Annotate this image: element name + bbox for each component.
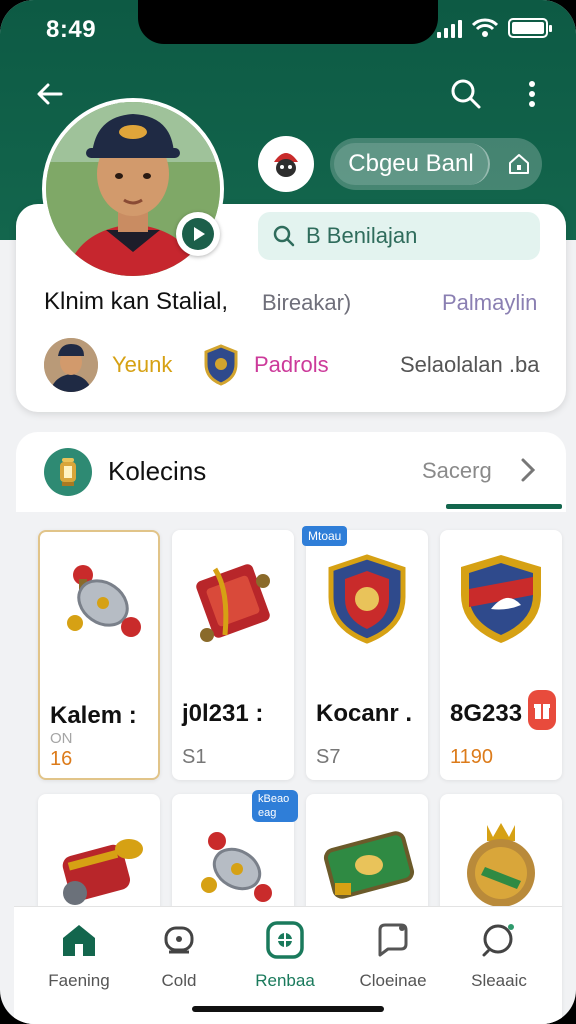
crown-medal-icon [450,808,552,918]
item-price: 16 [50,748,73,770]
chat-icon [338,919,448,961]
store-icon [230,919,340,961]
search-icon [273,225,295,247]
collections-see-all[interactable]: Sacerg [422,458,492,484]
home-indicator [192,1006,384,1012]
badge-label: Padrols [254,352,329,377]
nav-tab-cold[interactable]: Cold [124,919,234,991]
nav-label: Cold [161,971,197,990]
wifi-icon [472,18,498,37]
back-button[interactable] [28,72,72,116]
nav-label: Renbaa [255,971,315,990]
small-avatar[interactable] [44,338,98,392]
header-pill-label[interactable]: Cbgeu Banl [334,143,490,185]
item-subtitle: ON [50,730,73,747]
play-icon [182,218,214,250]
crest-shield-icon [316,544,418,654]
item-card[interactable]: j0l231 : S1 [172,530,294,780]
profile-role: Bireakar) [262,290,352,315]
shield-icon [202,344,240,391]
controller-icon [124,919,234,961]
item-tag: Mtoau [302,526,348,546]
selection-label[interactable]: Selaolalan .ba [400,352,539,378]
item-name: 8G233 [450,700,523,727]
home-outline-button[interactable] [496,152,542,176]
nav-label: Sleaaic [471,971,527,990]
gift-icon[interactable] [528,690,556,730]
nav-label: Cloeinae [359,971,427,990]
green-plaque-icon [316,808,418,918]
scroll-icon [182,544,284,654]
mascot-icon [268,146,304,182]
nav-tab-store[interactable]: Renbaa [230,919,340,991]
item-name: Kalem : [50,702,137,729]
collections-header: Kolecins Sacerg [16,432,566,512]
tab-indicator [446,504,562,509]
home-icon [24,919,134,961]
arrow-left-icon [37,83,63,105]
barrel-cannon-icon [48,808,150,918]
header-action-pill[interactable]: Cbgeu Banl [330,138,542,190]
item-price: 1190 [450,746,494,768]
status-time: 8:49 [46,16,97,43]
item-price: S1 [182,746,207,768]
app-screen: 8:49 Cbgeu Banl B Benilajan Klnim kan St… [0,0,576,1024]
profile-search-field[interactable]: B Benilajan [258,212,540,260]
item-card[interactable]: Kalem : ON 16 [38,530,160,780]
profile-meta-link[interactable]: Palmaylin [442,290,537,316]
status-icons [437,18,552,38]
team-badge[interactable] [258,136,314,192]
device-notch [138,0,438,44]
house-outline-icon [509,154,529,174]
nav-tab-search[interactable]: Sleaaic [444,919,554,991]
vertical-dots-icon [529,81,535,107]
item-card[interactable]: 8G233 1190 [440,530,562,780]
search-button[interactable] [444,72,488,116]
collections-title: Kolecins [108,456,207,486]
nav-tab-home[interactable]: Faening [24,919,134,991]
cannon-icon [182,808,284,918]
nav-tab-chat[interactable]: Cloeinae [338,919,448,991]
item-name: Kocanr . [316,700,413,727]
play-video-button[interactable] [176,212,220,256]
search-placeholder: B Benilajan [306,223,418,248]
more-options-button[interactable] [510,72,554,116]
heraldic-shield-icon [450,544,552,654]
search-icon [451,79,481,109]
item-name: j0l231 : [182,700,264,727]
signal-icon [437,18,462,38]
cannon-icon [50,546,152,656]
profile-name: Klnim kan Stalial, [44,288,229,315]
nav-label: Faening [48,971,110,990]
search-icon [444,919,554,961]
player-thumbnail [44,338,98,392]
item-card[interactable]: Mtoau Kocanr . S7 [302,526,428,780]
level-label: Yeunk [112,352,173,377]
battery-icon [508,18,552,38]
lantern-icon [44,448,92,496]
chevron-right-icon[interactable] [516,456,540,489]
item-price: S7 [316,746,341,768]
